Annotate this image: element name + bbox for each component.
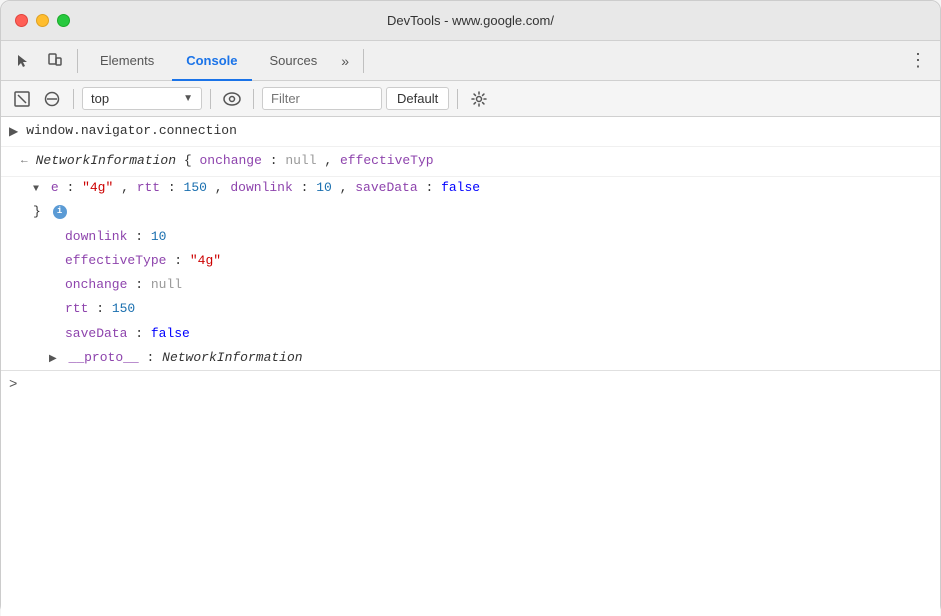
console-command-row: ▶ window.navigator.connection — [1, 117, 940, 147]
device-toggle-icon[interactable] — [41, 47, 69, 75]
traffic-lights — [15, 14, 70, 27]
prop-downlink: downlink : 10 — [1, 225, 940, 249]
result-closing: } i — [1, 201, 940, 225]
proto-row: __proto__ : NetworkInformation — [1, 346, 940, 370]
console-toolbar: top ▼ Default — [1, 81, 940, 117]
main-toolbar: Elements Console Sources » ⋮ — [1, 41, 940, 81]
dropdown-arrow-icon: ▼ — [183, 93, 193, 104]
clear-console-icon[interactable] — [9, 86, 35, 112]
close-button[interactable] — [15, 14, 28, 27]
console-result-row: ← NetworkInformation { onchange : null ,… — [1, 147, 940, 177]
log-level-dropdown[interactable]: Default — [386, 87, 449, 110]
proto-value: NetworkInformation — [162, 350, 302, 365]
prop-effectivetype: effectiveType : "4g" — [1, 249, 940, 273]
toolbar-divider-2 — [363, 49, 364, 73]
proto-key: __proto__ — [69, 350, 139, 365]
result-text: NetworkInformation { onchange : null , e… — [36, 151, 434, 172]
ct-divider-2 — [210, 89, 211, 109]
more-tabs-button[interactable]: » — [335, 53, 355, 69]
expand-proto-icon[interactable] — [49, 351, 57, 368]
devtools-menu-button[interactable]: ⋮ — [904, 47, 932, 75]
no-entry-icon[interactable] — [39, 86, 65, 112]
prop-onchange: onchange : null — [1, 273, 940, 297]
input-prompt-icon: > — [9, 377, 17, 393]
toolbar-divider-1 — [77, 49, 78, 73]
console-output: ▶ window.navigator.connection ← NetworkI… — [1, 117, 940, 616]
cursor-icon[interactable] — [9, 47, 37, 75]
minimize-button[interactable] — [36, 14, 49, 27]
collapse-icon[interactable] — [33, 181, 39, 198]
maximize-button[interactable] — [57, 14, 70, 27]
titlebar: DevTools - www.google.com/ — [1, 1, 940, 41]
info-icon[interactable]: i — [53, 205, 67, 219]
tab-elements[interactable]: Elements — [86, 41, 168, 81]
prop-rtt: rtt : 150 — [1, 297, 940, 321]
context-dropdown[interactable]: top ▼ — [82, 87, 202, 110]
tab-sources[interactable]: Sources — [256, 41, 332, 81]
tab-console[interactable]: Console — [172, 41, 251, 81]
ct-divider-3 — [253, 89, 254, 109]
filter-input[interactable] — [262, 87, 382, 110]
ct-divider-1 — [73, 89, 74, 109]
result-object-name: NetworkInformation — [36, 153, 176, 168]
command-text[interactable]: window.navigator.connection — [26, 121, 237, 142]
console-input-row: > — [1, 370, 940, 399]
eye-icon[interactable] — [219, 86, 245, 112]
window-title: DevTools - www.google.com/ — [387, 13, 554, 28]
result-arrow-icon: ← — [21, 151, 28, 172]
settings-icon[interactable] — [466, 86, 492, 112]
prop-savedata: saveData : false — [1, 322, 940, 346]
command-prompt-icon: ▶ — [9, 121, 18, 142]
ct-divider-4 — [457, 89, 458, 109]
result-continuation: e : "4g" , rtt : 150 , downlink : 10 , s… — [1, 177, 940, 201]
context-value: top — [91, 91, 109, 106]
